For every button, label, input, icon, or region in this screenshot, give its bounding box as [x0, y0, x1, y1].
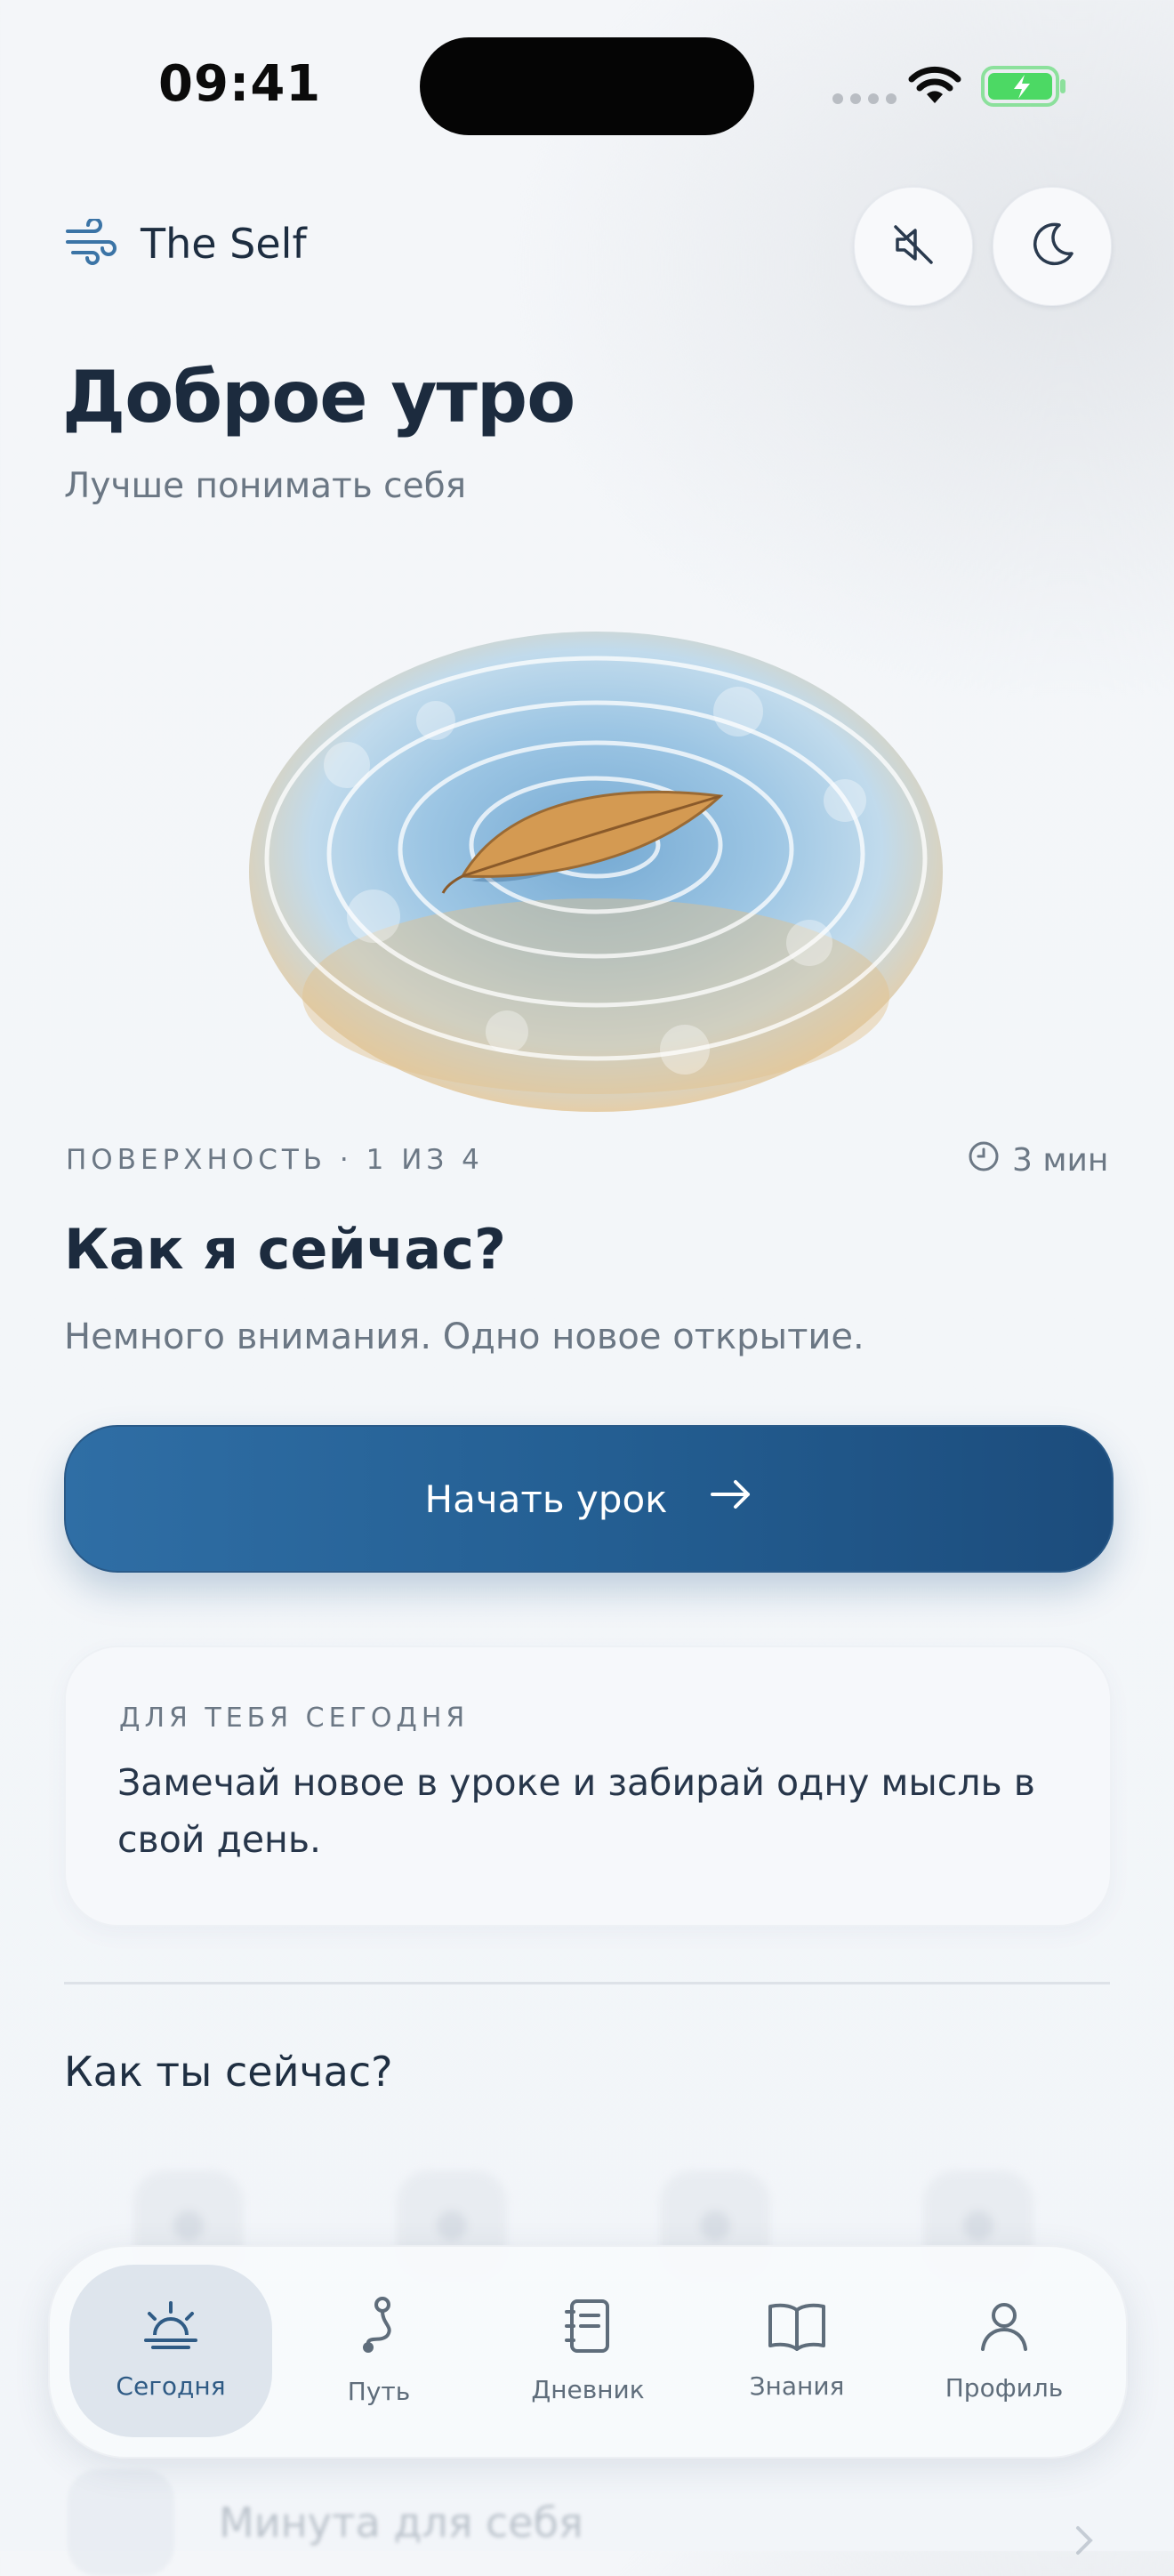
page-subtitle: Лучше понимать себя — [64, 466, 467, 506]
today-tip-label: ДЛЯ ТЕБЯ СЕГОДНЯ — [119, 1703, 470, 1734]
dynamic-island — [420, 37, 754, 135]
book-icon — [765, 2299, 829, 2359]
sound-toggle-button[interactable] — [854, 187, 973, 306]
wind-icon — [64, 217, 117, 269]
start-lesson-label: Начать урок — [424, 1477, 668, 1521]
speaker-mute-icon — [889, 220, 938, 273]
sunrise-icon — [139, 2299, 203, 2359]
mood-section-title: Как ты сейчас? — [64, 2048, 393, 2096]
lesson-title: Как я сейчас? — [64, 1217, 506, 1282]
battery-icon — [980, 64, 1069, 112]
tab-today[interactable]: Сегодня — [69, 2245, 272, 2455]
tab-knowledge-label: Знания — [749, 2371, 845, 2401]
brand: The Self — [64, 217, 307, 269]
minute-for-self-item[interactable]: Минута для себя — [68, 2469, 583, 2576]
cellular-signal-icon — [832, 93, 897, 104]
arrow-right-icon — [709, 1477, 753, 1521]
tab-profile[interactable]: Профиль — [920, 2245, 1089, 2455]
tab-path[interactable]: Путь — [299, 2245, 459, 2455]
section-divider — [64, 1982, 1110, 1984]
tab-journal[interactable]: Дневник — [503, 2245, 672, 2455]
tab-knowledge[interactable]: Знания — [717, 2245, 877, 2455]
tab-profile-label: Профиль — [945, 2373, 1064, 2403]
wifi-icon — [907, 64, 962, 110]
status-time: 09:41 — [158, 55, 322, 113]
start-lesson-button[interactable]: Начать урок — [64, 1425, 1114, 1573]
moon-icon — [1025, 218, 1079, 275]
tab-path-label: Путь — [347, 2377, 411, 2406]
wind-icon — [68, 2469, 174, 2576]
clock-icon — [968, 1140, 1000, 1180]
path-icon — [352, 2294, 406, 2364]
lesson-meta: ПОВЕРХНОСТЬ · 1 ИЗ 4 — [66, 1144, 484, 1176]
lesson-description: Немного внимания. Одно новое открытие. — [64, 1316, 864, 1357]
tab-journal-label: Дневник — [531, 2375, 645, 2404]
profile-icon — [976, 2298, 1033, 2361]
theme-toggle-button[interactable] — [993, 187, 1112, 306]
water-leaf-illustration — [240, 623, 952, 1124]
lesson-duration: 3 мин — [968, 1140, 1108, 1180]
today-tip-text: Замечай новое в уроке и забирай одну мыс… — [117, 1761, 1035, 1861]
minute-for-self-label: Минута для себя — [219, 2499, 583, 2547]
journal-icon — [561, 2296, 615, 2363]
tab-today-label: Сегодня — [116, 2371, 226, 2401]
page-title: Доброе утро — [62, 356, 575, 439]
duration-text: 3 мин — [1012, 1142, 1109, 1179]
chevron-right-icon — [1071, 2523, 1098, 2562]
brand-name: The Self — [141, 220, 307, 268]
